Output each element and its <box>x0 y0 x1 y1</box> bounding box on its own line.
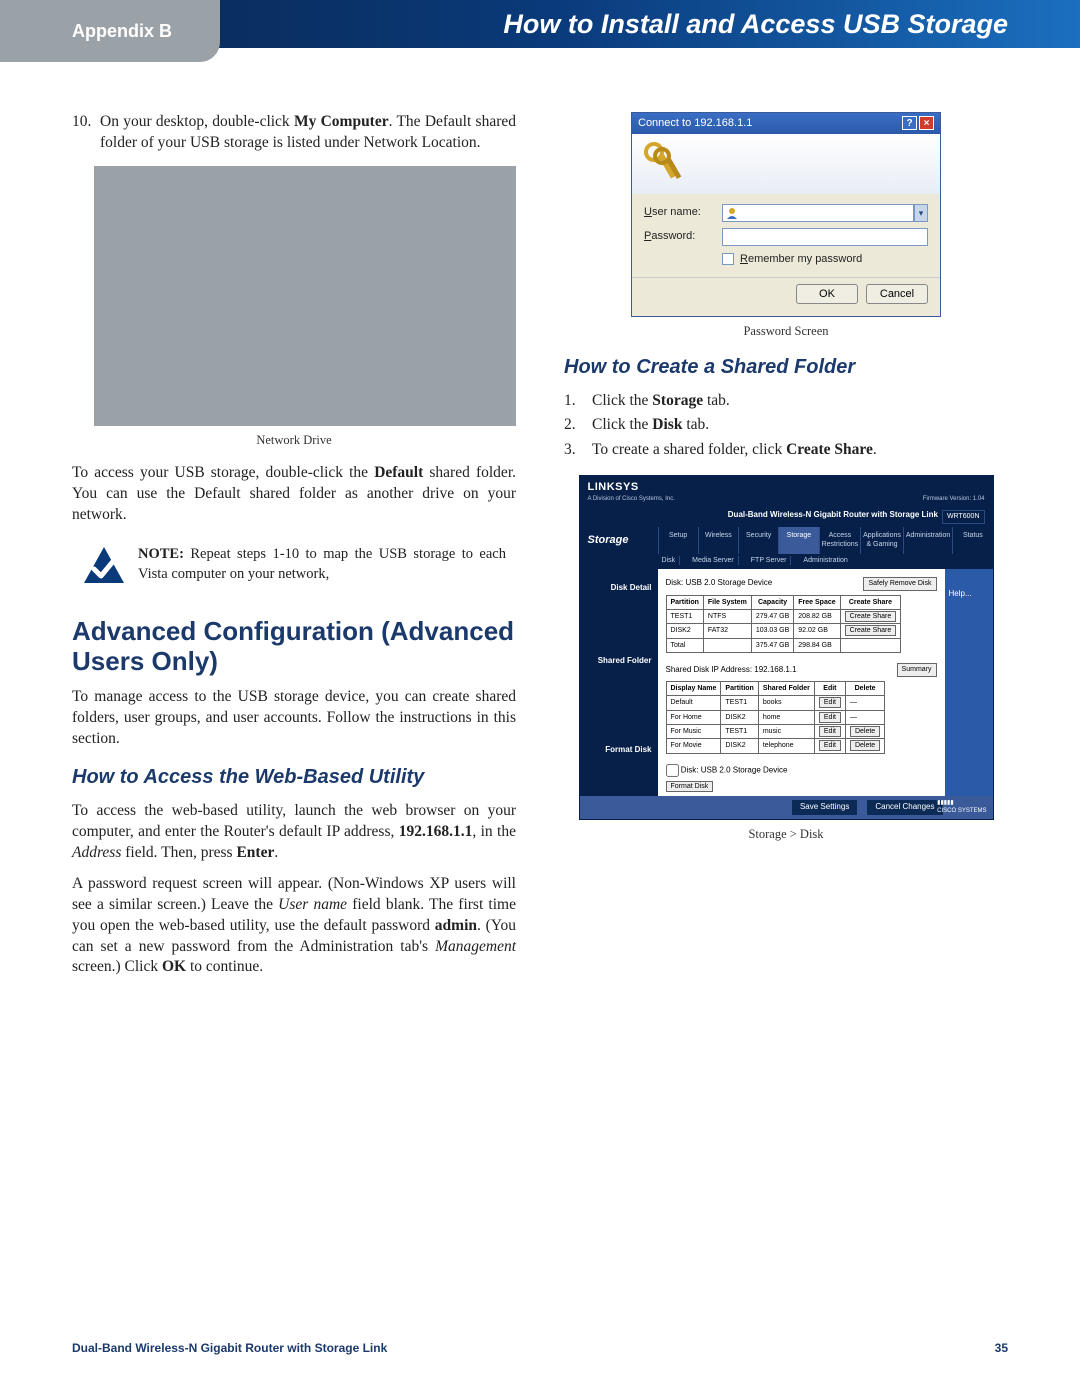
note-box: NOTE: Repeat steps 1-10 to map the USB s… <box>72 535 516 595</box>
edit-button[interactable]: Edit <box>819 697 841 708</box>
main-tabs: Setup Wireless Security Storage Access R… <box>658 527 993 554</box>
section-heading: Advanced Configuration (Advanced Users O… <box>72 617 516 677</box>
username-label: User name: <box>644 205 714 220</box>
network-drive-image <box>94 166 516 426</box>
subtab-media[interactable]: Media Server <box>688 556 739 565</box>
subsection-heading: How to Create a Shared Folder <box>564 354 1008 381</box>
ok-button[interactable]: OK <box>796 284 858 304</box>
keys-icon <box>642 140 682 188</box>
sub-tabs: Disk Media Server FTP Server Administrat… <box>580 554 993 569</box>
header-appendix-tab: Appendix B <box>0 0 220 62</box>
help-link[interactable]: Help... <box>945 569 993 796</box>
format-disk-button[interactable]: Format Disk <box>666 781 714 792</box>
delete-button[interactable]: Delete <box>850 726 880 737</box>
format-disk-label: Disk: USB 2.0 Storage Device <box>681 766 788 775</box>
image-caption: Network Drive <box>72 432 516 449</box>
subtab-disk[interactable]: Disk <box>658 556 681 565</box>
step-number: 10. <box>72 112 94 154</box>
section-labels: Disk Detail Shared Folder Format Disk <box>580 569 658 796</box>
model-badge: WRT600N <box>942 510 985 523</box>
tab-apps[interactable]: Applications & Gaming <box>860 527 903 554</box>
tab-setup[interactable]: Setup <box>658 527 698 554</box>
tab-status[interactable]: Status <box>952 527 992 554</box>
shared-folder-table: Display Name Partition Shared Folder Edi… <box>666 681 886 754</box>
subtab-ftp[interactable]: FTP Server <box>747 556 792 565</box>
note-checkmark-icon <box>82 545 126 585</box>
header-title: How to Install and Access USB Storage <box>503 9 1008 40</box>
edit-button[interactable]: Edit <box>819 726 841 737</box>
username-field[interactable] <box>722 204 914 222</box>
dropdown-icon[interactable]: ▾ <box>914 204 928 222</box>
dialog-titlebar: Connect to 192.168.1.1 ? × <box>632 113 940 134</box>
router-admin-screenshot: LINKSYS A Division of Cisco Systems, Inc… <box>579 475 994 819</box>
active-section: Storage <box>580 527 658 554</box>
subtab-administration[interactable]: Administration <box>799 556 851 565</box>
dialog-title: Connect to 192.168.1.1 <box>638 116 752 131</box>
cancel-changes-button[interactable]: Cancel Changes <box>867 800 942 815</box>
page-header: How to Install and Access USB Storage Ap… <box>0 0 1080 62</box>
tab-admin[interactable]: Administration <box>903 527 952 554</box>
summary-button[interactable]: Summary <box>897 663 937 676</box>
password-dialog: Connect to 192.168.1.1 ? × User name: <box>631 112 941 317</box>
remember-checkbox[interactable] <box>722 253 734 265</box>
tab-wireless[interactable]: Wireless <box>698 527 738 554</box>
header-title-bar: How to Install and Access USB Storage <box>200 0 1080 48</box>
password-label: Password: <box>644 229 714 244</box>
tab-security[interactable]: Security <box>738 527 778 554</box>
left-column: 10. On your desktop, double-click My Com… <box>72 112 516 988</box>
footer-product: Dual-Band Wireless-N Gigabit Router with… <box>72 1341 387 1355</box>
appendix-label: Appendix B <box>72 21 172 42</box>
edit-button[interactable]: Edit <box>819 740 841 751</box>
subsection-heading: How to Access the Web-Based Utility <box>72 764 516 791</box>
safely-remove-button[interactable]: Safely Remove Disk <box>863 577 936 590</box>
save-settings-button[interactable]: Save Settings <box>792 800 857 815</box>
user-icon <box>726 207 738 219</box>
tab-storage[interactable]: Storage <box>778 527 818 554</box>
page-number: 35 <box>995 1341 1008 1355</box>
cancel-button[interactable]: Cancel <box>866 284 928 304</box>
format-disk-checkbox[interactable] <box>666 764 679 777</box>
create-share-button[interactable]: Create Share <box>845 611 897 622</box>
tab-access[interactable]: Access Restrictions <box>819 527 861 554</box>
page-footer: Dual-Band Wireless-N Gigabit Router with… <box>72 1341 1008 1355</box>
delete-button[interactable]: Delete <box>850 740 880 751</box>
edit-button[interactable]: Edit <box>819 712 841 723</box>
cisco-logo: ▮▮▮▮▮CISCO SYSTEMS <box>937 799 986 815</box>
shared-ip-label: Shared Disk IP Address: 192.168.1.1 <box>666 665 797 676</box>
partition-table: Partition File System Capacity Free Spac… <box>666 595 902 654</box>
right-column: Connect to 192.168.1.1 ? × User name: <box>564 112 1008 988</box>
dialog-art <box>632 134 940 194</box>
close-icon[interactable]: × <box>919 116 934 130</box>
remember-label: Remember my password <box>740 252 862 267</box>
linksys-logo: LINKSYS <box>588 480 985 495</box>
password-field[interactable] <box>722 228 928 246</box>
help-icon[interactable]: ? <box>902 116 917 130</box>
image-caption: Password Screen <box>564 323 1008 340</box>
disk-label: Disk: USB 2.0 Storage Device <box>666 578 773 589</box>
image-caption: Storage > Disk <box>564 826 1008 843</box>
create-share-button[interactable]: Create Share <box>845 625 897 636</box>
